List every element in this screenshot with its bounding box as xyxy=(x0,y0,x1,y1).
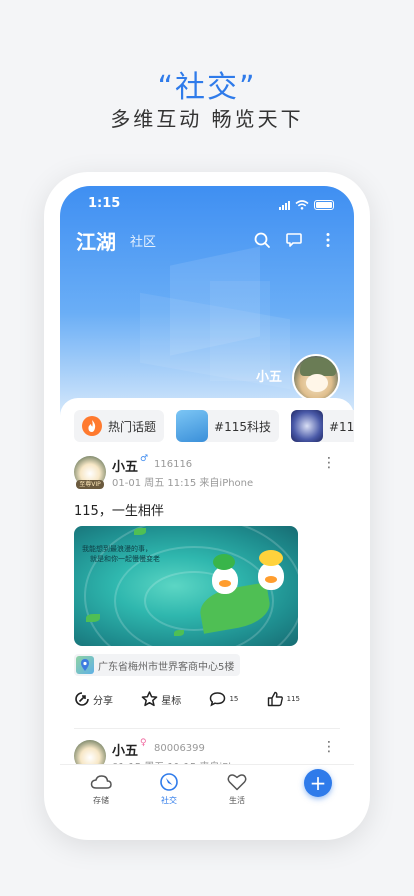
post-more-icon[interactable]: ⋮ xyxy=(322,740,336,754)
flame-icon xyxy=(82,416,102,436)
comment-icon xyxy=(210,692,226,707)
post-author-id: 116116 xyxy=(154,459,193,470)
topic-chip-hot[interactable]: 热门话题 xyxy=(74,410,165,442)
post-author-name[interactable]: 小五 xyxy=(112,456,138,475)
share-icon xyxy=(75,692,89,706)
wifi-icon xyxy=(295,200,309,210)
feed-content: 热门话题 #115科技 #115产 至尊VIP 小五 ♂ 116116 01-0… xyxy=(60,398,354,826)
cloud-icon xyxy=(90,775,112,789)
add-button[interactable]: + xyxy=(304,769,332,797)
topic-chip-label: #115科技 xyxy=(214,419,271,434)
post-card: 至尊VIP 小五 ♂ 116116 01-01 周五 11:15 来自iPhon… xyxy=(74,454,340,716)
gender-female-icon: ♀ xyxy=(140,738,147,748)
message-icon[interactable] xyxy=(282,228,306,252)
more-icon[interactable] xyxy=(316,228,340,252)
signal-icon xyxy=(279,200,290,210)
post-more-icon[interactable]: ⋮ xyxy=(322,456,336,470)
post-actions: 分享 星标 15 115 xyxy=(74,688,300,710)
post-image[interactable]: 我能想到最浪漫的事， 就是和你一起慢慢变老 xyxy=(74,526,298,646)
bottom-tab-bar: 存储 社交 生活 + xyxy=(60,764,354,826)
topic-chips: 热门话题 #115科技 #115产 xyxy=(74,410,354,442)
topic-thumbnail xyxy=(176,410,209,442)
compass-icon xyxy=(160,773,178,791)
profile-avatar[interactable] xyxy=(292,354,340,402)
hero-banner: 1:15 江湖 社区 小五 xyxy=(60,186,354,416)
topic-chip-label: 热门话题 xyxy=(108,419,157,434)
location-text: 广东省梅州市世界客商中心5楼 xyxy=(98,661,235,673)
gender-male-icon: ♂ xyxy=(140,454,149,464)
post-text: 115，一生相伴 xyxy=(74,504,164,519)
search-icon[interactable] xyxy=(250,228,274,252)
star-button[interactable]: 星标 xyxy=(141,691,181,707)
vip-badge: 至尊VIP xyxy=(76,480,104,489)
location-tag[interactable]: 广东省梅州市世界客商中心5楼 xyxy=(74,654,241,676)
share-button[interactable]: 分享 xyxy=(74,691,113,707)
promo-subtitle: 多维互动 畅览天下 xyxy=(110,107,304,131)
page-title[interactable]: 江湖 xyxy=(76,226,116,255)
phone-frame: 1:15 江湖 社区 小五 热门话题 #115科技 #11 至尊VIP 小五 ♂… xyxy=(44,172,370,840)
topic-chip-tech[interactable]: #115科技 xyxy=(176,410,279,442)
topic-chip-label: #115产 xyxy=(328,419,354,434)
star-icon xyxy=(141,691,158,707)
heart-icon xyxy=(227,774,247,791)
tab-social[interactable]: 社交 xyxy=(144,771,194,806)
profile-name[interactable]: 小五 xyxy=(256,366,282,385)
status-bar: 1:15 xyxy=(60,196,354,216)
image-caption: 我能想到最浪漫的事， 就是和你一起慢慢变老 xyxy=(82,545,160,563)
status-time: 1:15 xyxy=(88,196,121,211)
post-divider xyxy=(74,728,340,729)
app-screen: 1:15 江湖 社区 小五 热门话题 #115科技 #11 至尊VIP 小五 ♂… xyxy=(60,186,354,826)
app-header: 江湖 社区 xyxy=(60,226,354,256)
post-author-id: 80006399 xyxy=(154,743,205,754)
tab-community[interactable]: 社区 xyxy=(130,231,156,250)
comment-button[interactable]: 15 xyxy=(209,691,238,707)
battery-icon xyxy=(314,200,334,210)
post-meta: 01-01 周五 11:15 来自iPhone xyxy=(112,478,254,489)
promo-title: “社交” xyxy=(157,70,257,105)
like-button[interactable]: 115 xyxy=(267,691,300,707)
topic-thumbnail xyxy=(290,410,323,442)
post-author-name[interactable]: 小五 xyxy=(112,740,138,759)
tab-storage[interactable]: 存储 xyxy=(76,771,126,806)
thumbs-up-icon xyxy=(267,691,283,707)
tab-life[interactable]: 生活 xyxy=(212,771,262,806)
topic-chip-product[interactable]: #115产 xyxy=(290,410,354,442)
map-pin-icon xyxy=(76,656,94,674)
